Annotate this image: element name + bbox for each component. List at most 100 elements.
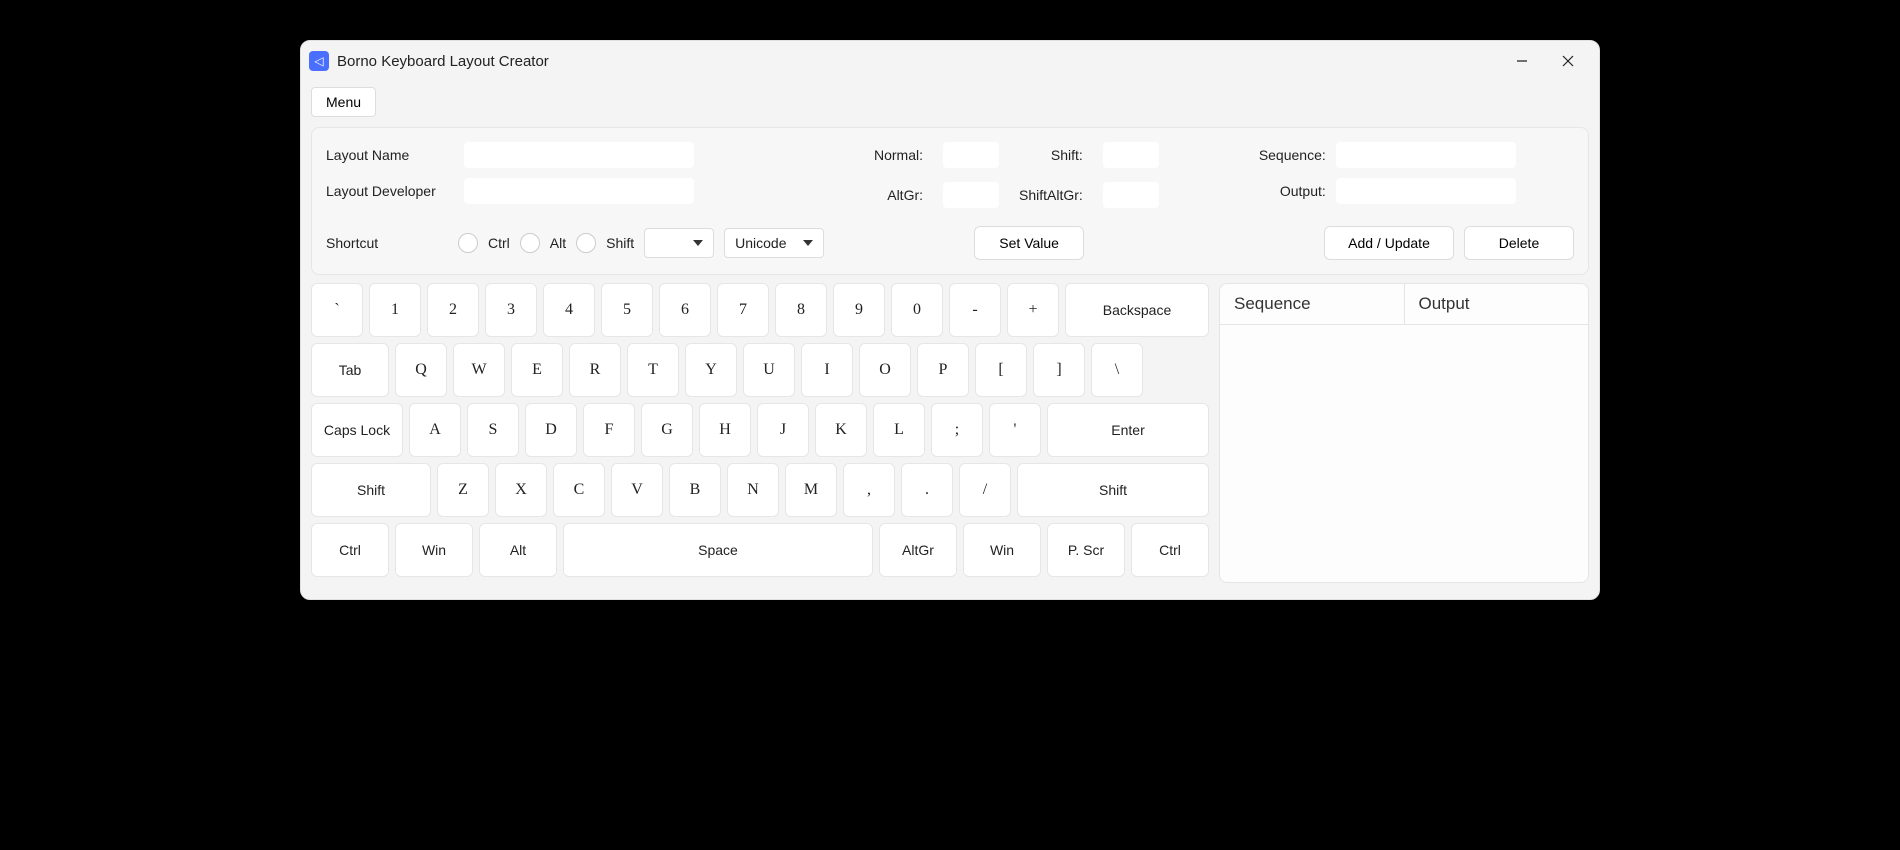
key-Y[interactable]: Y [685, 343, 737, 397]
keyboard: `1234567890-+Backspace TabQWERTYUIOP[]\ … [311, 283, 1209, 583]
table-output-header[interactable]: Output [1405, 284, 1589, 324]
key-N[interactable]: N [727, 463, 779, 517]
key-7[interactable]: 7 [717, 283, 769, 337]
key-left-shift[interactable]: Shift [311, 463, 431, 517]
normal-label: Normal: [874, 147, 923, 163]
key-G[interactable]: G [641, 403, 693, 457]
key-C[interactable]: C [553, 463, 605, 517]
ctrl-radio[interactable] [458, 233, 478, 253]
key-+[interactable]: + [1007, 283, 1059, 337]
key-2[interactable]: 2 [427, 283, 479, 337]
table-body[interactable] [1220, 325, 1588, 582]
window-title: Borno Keyboard Layout Creator [337, 53, 549, 70]
key-M[interactable]: M [785, 463, 837, 517]
layout-name-input[interactable] [464, 142, 694, 168]
key-A[interactable]: A [409, 403, 461, 457]
key-6[interactable]: 6 [659, 283, 711, 337]
key-.[interactable]: . [901, 463, 953, 517]
titlebar: ◁ Borno Keyboard Layout Creator [301, 41, 1599, 81]
key-L[interactable]: L [873, 403, 925, 457]
key-/[interactable]: / [959, 463, 1011, 517]
shift-input[interactable] [1103, 142, 1159, 168]
layout-dev-label: Layout Developer [326, 183, 456, 199]
key-backspace[interactable]: Backspace [1065, 283, 1209, 337]
shift-radio[interactable] [576, 233, 596, 253]
key-F[interactable]: F [583, 403, 635, 457]
altgr-input[interactable] [943, 182, 999, 208]
menu-button[interactable]: Menu [311, 87, 376, 117]
key-3[interactable]: 3 [485, 283, 537, 337]
close-button[interactable] [1545, 45, 1591, 77]
key-K[interactable]: K [815, 403, 867, 457]
key-8[interactable]: 8 [775, 283, 827, 337]
key-E[interactable]: E [511, 343, 563, 397]
layout-name-label: Layout Name [326, 147, 456, 163]
sequence-label: Sequence: [1259, 147, 1326, 163]
settings-panel: Layout Name Layout Developer Normal: Shi… [311, 127, 1589, 275]
minimize-button[interactable] [1499, 45, 1545, 77]
key-O[interactable]: O [859, 343, 911, 397]
app-icon: ◁ [309, 51, 329, 71]
add-update-button[interactable]: Add / Update [1324, 226, 1454, 260]
key-W[interactable]: W [453, 343, 505, 397]
key-9[interactable]: 9 [833, 283, 885, 337]
key-left-ctrl[interactable]: Ctrl [311, 523, 389, 577]
shift-mod-label: Shift [606, 235, 634, 251]
key-'[interactable]: ' [989, 403, 1041, 457]
key-right-shift[interactable]: Shift [1017, 463, 1209, 517]
alt-radio[interactable] [520, 233, 540, 253]
key-;[interactable]: ; [931, 403, 983, 457]
key-I[interactable]: I [801, 343, 853, 397]
sequence-output-table: Sequence Output [1219, 283, 1589, 583]
key-D[interactable]: D [525, 403, 577, 457]
key-\[interactable]: \ [1091, 343, 1143, 397]
table-sequence-header[interactable]: Sequence [1220, 284, 1405, 324]
alt-mod-label: Alt [550, 235, 566, 251]
key-enter[interactable]: Enter [1047, 403, 1209, 457]
altgr-label: AltGr: [874, 187, 923, 203]
key-U[interactable]: U [743, 343, 795, 397]
key--[interactable]: - [949, 283, 1001, 337]
key-5[interactable]: 5 [601, 283, 653, 337]
output-label: Output: [1259, 183, 1326, 199]
key-4[interactable]: 4 [543, 283, 595, 337]
key-H[interactable]: H [699, 403, 751, 457]
shiftaltgr-input[interactable] [1103, 182, 1159, 208]
key-1[interactable]: 1 [369, 283, 421, 337]
encoding-combo[interactable]: Unicode [724, 228, 824, 258]
delete-button[interactable]: Delete [1464, 226, 1574, 260]
key-[[interactable]: [ [975, 343, 1027, 397]
key-tab[interactable]: Tab [311, 343, 389, 397]
key-T[interactable]: T [627, 343, 679, 397]
key-X[interactable]: X [495, 463, 547, 517]
key-][interactable]: ] [1033, 343, 1085, 397]
key-R[interactable]: R [569, 343, 621, 397]
key-B[interactable]: B [669, 463, 721, 517]
key-altgr[interactable]: AltGr [879, 523, 957, 577]
key-P[interactable]: P [917, 343, 969, 397]
output-input[interactable] [1336, 178, 1516, 204]
key-`[interactable]: ` [311, 283, 363, 337]
key-left-win[interactable]: Win [395, 523, 473, 577]
key-J[interactable]: J [757, 403, 809, 457]
key-left-alt[interactable]: Alt [479, 523, 557, 577]
key-capslock[interactable]: Caps Lock [311, 403, 403, 457]
key-right-ctrl[interactable]: Ctrl [1131, 523, 1209, 577]
key-print-screen[interactable]: P. Scr [1047, 523, 1125, 577]
key-S[interactable]: S [467, 403, 519, 457]
key-0[interactable]: 0 [891, 283, 943, 337]
sequence-input[interactable] [1336, 142, 1516, 168]
layout-dev-input[interactable] [464, 178, 694, 204]
key-Z[interactable]: Z [437, 463, 489, 517]
key-space[interactable]: Space [563, 523, 873, 577]
key-,[interactable]: , [843, 463, 895, 517]
key-right-win[interactable]: Win [963, 523, 1041, 577]
app-window: ◁ Borno Keyboard Layout Creator Menu Lay… [300, 40, 1600, 600]
ctrl-mod-label: Ctrl [488, 235, 510, 251]
set-value-button[interactable]: Set Value [974, 226, 1084, 260]
shortcut-label: Shortcut [326, 235, 448, 251]
shortcut-key-combo[interactable] [644, 228, 714, 258]
normal-input[interactable] [943, 142, 999, 168]
key-V[interactable]: V [611, 463, 663, 517]
key-Q[interactable]: Q [395, 343, 447, 397]
